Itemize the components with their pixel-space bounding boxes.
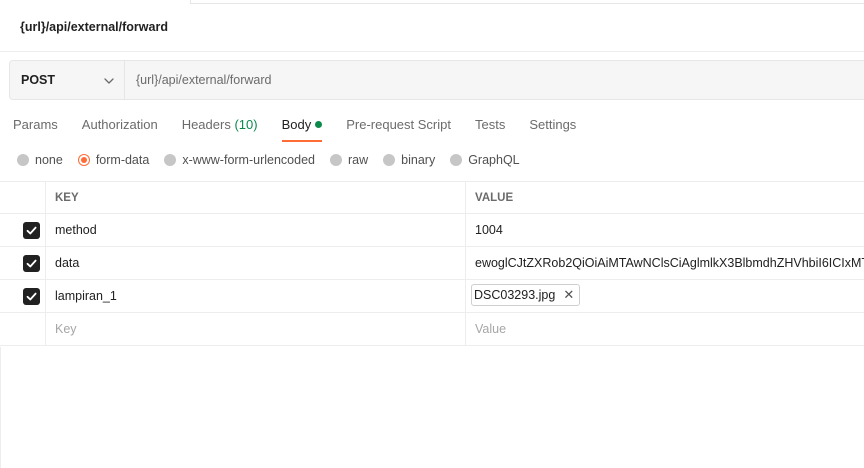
- radio-graphql[interactable]: GraphQL: [450, 153, 520, 167]
- tab-label: Pre-request Script: [346, 117, 451, 132]
- chevron-down-icon: [104, 78, 114, 84]
- radio-label: x-www-form-urlencoded: [182, 153, 315, 167]
- tab-pre-request-script[interactable]: Pre-request Script: [346, 117, 451, 142]
- radio-icon: [383, 154, 396, 166]
- radio-icon: [164, 154, 177, 166]
- tab-params[interactable]: Params: [13, 117, 58, 142]
- body-type-radios: none form-data x-www-form-urlencoded raw…: [17, 153, 535, 167]
- check-cell: [0, 214, 46, 246]
- check-cell: [0, 313, 46, 345]
- tab-body[interactable]: Body: [281, 117, 323, 142]
- radio-label: binary: [401, 153, 436, 167]
- radio-icon: [330, 154, 342, 166]
- modified-dot-icon: [315, 121, 323, 128]
- request-title[interactable]: {url}/api/external/forward: [20, 20, 168, 34]
- close-icon[interactable]: ✕: [563, 287, 574, 303]
- radio-label: form-data: [95, 153, 150, 167]
- url-bar: POST: [9, 60, 864, 100]
- radio-label: raw: [348, 153, 369, 167]
- radio-icon: [450, 154, 463, 166]
- tab-label: Params: [13, 117, 58, 132]
- request-tab-edge[interactable]: [190, 0, 864, 4]
- form-data-table: KEY VALUE method 1004 data ewoglCJtZXRob…: [0, 181, 864, 346]
- tab-label: Tests: [474, 117, 506, 132]
- checkbox-checked-icon[interactable]: [23, 288, 40, 305]
- key-cell[interactable]: data: [46, 247, 466, 279]
- headers-count: (10): [234, 117, 258, 132]
- tab-settings[interactable]: Settings: [529, 117, 576, 142]
- tab-label: Headers: [181, 117, 231, 132]
- column-header-value: VALUE: [475, 192, 514, 204]
- file-chip[interactable]: DSC03293.jpg ✕: [471, 284, 581, 306]
- url-input[interactable]: [125, 61, 864, 99]
- column-header-key: KEY: [46, 182, 466, 213]
- check-cell: [0, 280, 46, 312]
- table-row: lampiran_1 DSC03293.jpg ✕: [0, 280, 864, 313]
- check-cell: [0, 247, 46, 279]
- divider: [0, 51, 864, 52]
- tab-label: Authorization: [81, 117, 158, 132]
- tab-label: Body: [281, 117, 312, 132]
- radio-icon: [17, 154, 29, 166]
- checkbox-checked-icon[interactable]: [23, 222, 40, 239]
- table-row: data ewoglCJtZXRob2QiOiAiMTAwNClsCiAglml…: [0, 247, 864, 280]
- file-name: DSC03293.jpg: [474, 288, 556, 302]
- value-placeholder[interactable]: Value: [466, 313, 864, 345]
- tab-label: Settings: [529, 117, 577, 132]
- tab-strip: [0, 0, 864, 4]
- header-check-cell: [0, 182, 46, 213]
- radio-none[interactable]: none: [17, 153, 63, 167]
- value-cell[interactable]: 1004: [466, 214, 864, 246]
- key-placeholder[interactable]: Key: [46, 313, 466, 345]
- radio-form-data[interactable]: form-data: [77, 153, 150, 167]
- panel-edge: [0, 347, 1, 468]
- tab-headers[interactable]: Headers (10): [182, 117, 258, 142]
- tab-tests[interactable]: Tests: [475, 117, 505, 142]
- table-row: method 1004: [0, 214, 864, 247]
- radio-x-www-form-urlencoded[interactable]: x-www-form-urlencoded: [164, 153, 315, 167]
- radio-binary[interactable]: binary: [383, 153, 435, 167]
- table-row-new: Key Value: [0, 313, 864, 346]
- request-tabs: Params Authorization Headers (10) Body P…: [13, 117, 600, 142]
- key-cell[interactable]: method: [46, 214, 466, 246]
- radio-label: GraphQL: [468, 153, 520, 167]
- method-select[interactable]: POST: [10, 61, 125, 99]
- postman-request-editor: {url}/api/external/forward POST Params A…: [0, 0, 864, 468]
- tab-authorization[interactable]: Authorization: [82, 117, 158, 142]
- radio-selected-icon: [77, 154, 90, 166]
- table-header: KEY VALUE: [0, 181, 864, 214]
- key-cell[interactable]: lampiran_1: [46, 280, 466, 312]
- radio-raw[interactable]: raw: [330, 153, 368, 167]
- value-cell[interactable]: ewoglCJtZXRob2QiOiAiMTAwNClsCiAglmlkX3Bl…: [466, 247, 864, 279]
- method-label: POST: [21, 73, 56, 87]
- radio-label: none: [35, 153, 63, 167]
- checkbox-checked-icon[interactable]: [23, 255, 40, 272]
